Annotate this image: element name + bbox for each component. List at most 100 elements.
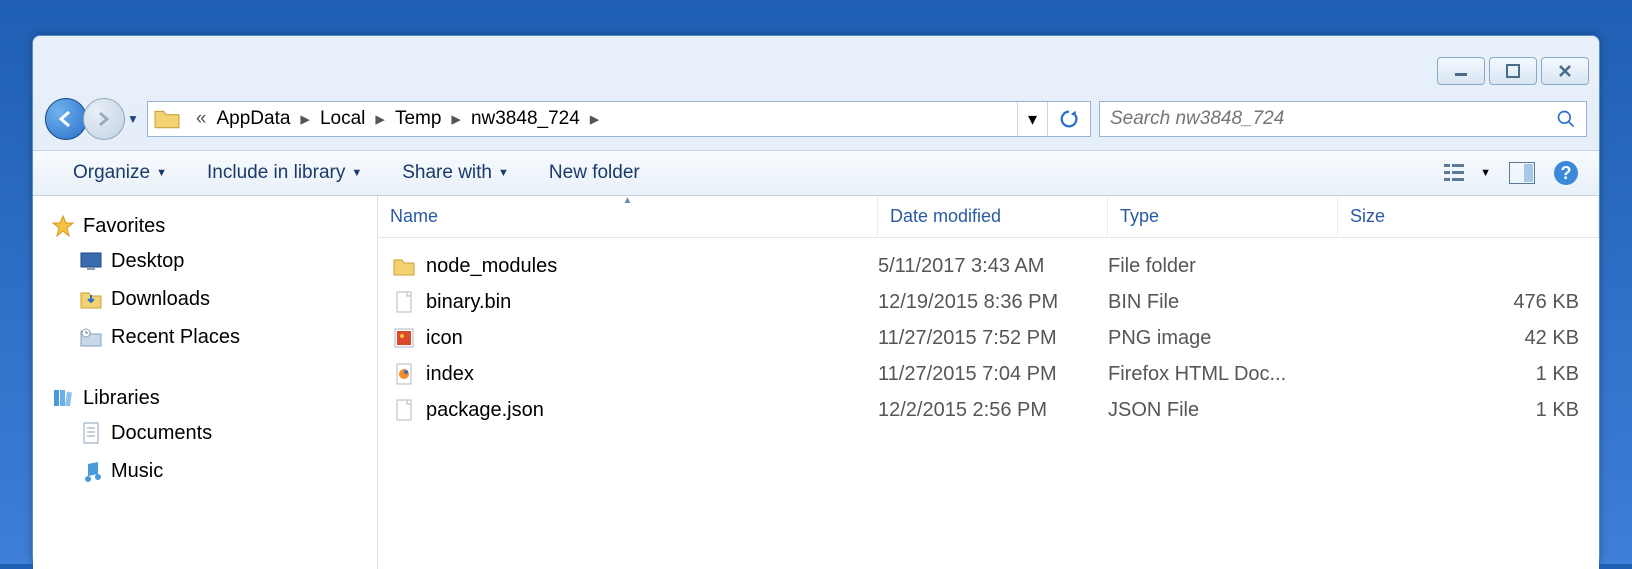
- sidebar-label: Documents: [111, 422, 212, 445]
- arrow-left-icon: [56, 109, 76, 129]
- desktop-icon: [79, 249, 103, 273]
- search-box[interactable]: [1099, 101, 1587, 137]
- column-name[interactable]: ▲ Name: [378, 196, 878, 237]
- file-list: ▲ Name Date modified Type Size node_modu…: [378, 196, 1599, 569]
- file-size: 42 KB: [1338, 327, 1599, 350]
- chevron-right-icon[interactable]: ▸: [580, 108, 610, 131]
- file-date: 12/2/2015 2:56 PM: [878, 399, 1108, 422]
- column-headers: ▲ Name Date modified Type Size: [378, 196, 1599, 238]
- sidebar-favorites[interactable]: Favorites: [51, 210, 377, 242]
- file-row[interactable]: index 11/27/2015 7:04 PMFirefox HTML Doc.…: [378, 356, 1599, 392]
- sidebar-label: Recent Places: [111, 326, 240, 349]
- folder-icon: [154, 108, 180, 130]
- file-type: File folder: [1108, 255, 1338, 278]
- svg-text:?: ?: [1561, 163, 1572, 183]
- refresh-button[interactable]: [1047, 102, 1090, 136]
- organize-button[interactable]: Organize ▼: [53, 156, 187, 190]
- share-with-button[interactable]: Share with ▼: [382, 156, 529, 190]
- file-date: 11/27/2015 7:52 PM: [878, 327, 1108, 350]
- close-button[interactable]: [1541, 57, 1589, 85]
- file-name: binary.bin: [426, 291, 511, 314]
- address-dropdown[interactable]: ▾: [1017, 102, 1047, 136]
- file-name: icon: [426, 327, 463, 350]
- sidebar-libraries[interactable]: Libraries: [51, 382, 377, 414]
- sidebar-item-downloads[interactable]: Downloads: [51, 280, 377, 318]
- sidebar-item-music[interactable]: Music: [51, 452, 377, 490]
- content-area: Favorites Desktop Downloads Recent Place…: [33, 196, 1599, 569]
- address-bar[interactable]: « AppData ▸ Local ▸ Temp ▸ nw3848_724 ▸ …: [147, 101, 1091, 137]
- maximize-icon: [1506, 64, 1520, 78]
- file-name: node_modules: [426, 255, 557, 278]
- forward-button[interactable]: [83, 98, 125, 140]
- maximize-button[interactable]: [1489, 57, 1537, 85]
- organize-label: Organize: [73, 162, 150, 184]
- minimize-button[interactable]: [1437, 57, 1485, 85]
- file-type: Firefox HTML Doc...: [1108, 363, 1338, 386]
- crumb[interactable]: Temp: [395, 108, 441, 130]
- chevron-down-icon: ▼: [498, 167, 509, 179]
- window-controls: [1437, 57, 1589, 85]
- sidebar: Favorites Desktop Downloads Recent Place…: [33, 196, 378, 569]
- back-button[interactable]: [45, 98, 87, 140]
- file-name: package.json: [426, 399, 544, 422]
- star-icon: [51, 214, 75, 238]
- sidebar-label: Favorites: [83, 215, 165, 238]
- search-input[interactable]: [1110, 108, 1556, 130]
- view-options-button[interactable]: ▼: [1444, 162, 1491, 184]
- column-date[interactable]: Date modified: [878, 196, 1108, 237]
- file-size: 476 KB: [1338, 291, 1599, 314]
- chevron-down-icon: ▼: [1480, 167, 1491, 179]
- file-row[interactable]: icon 11/27/2015 7:52 PMPNG image42 KB: [378, 320, 1599, 356]
- file-name: index: [426, 363, 474, 386]
- chevron-right-icon[interactable]: ▸: [290, 108, 320, 131]
- chevron-right-icon[interactable]: ▸: [365, 108, 395, 131]
- crumb[interactable]: Local: [320, 108, 365, 130]
- chevron-down-icon: ▼: [351, 167, 362, 179]
- sidebar-label: Downloads: [111, 288, 210, 311]
- file-date: 11/27/2015 7:04 PM: [878, 363, 1108, 386]
- crumb[interactable]: AppData: [216, 108, 290, 130]
- crumb[interactable]: nw3848_724: [471, 108, 580, 130]
- new-folder-label: New folder: [549, 162, 640, 184]
- file-row[interactable]: node_modules 5/11/2017 3:43 AMFile folder: [378, 248, 1599, 284]
- close-icon: [1558, 64, 1572, 78]
- share-label: Share with: [402, 162, 492, 184]
- pane-icon: [1509, 162, 1535, 184]
- explorer-window: ▼ « AppData ▸ Local ▸ Temp ▸ nw3848_724 …: [32, 35, 1600, 564]
- music-icon: [79, 459, 103, 483]
- file-type-icon: [392, 290, 416, 314]
- chevron-down-icon: ▼: [156, 167, 167, 179]
- file-type: JSON File: [1108, 399, 1338, 422]
- nav-history-dropdown[interactable]: ▼: [127, 112, 139, 126]
- new-folder-button[interactable]: New folder: [529, 156, 660, 190]
- file-type-icon: [392, 362, 416, 386]
- chevron-right-icon[interactable]: ▸: [441, 108, 471, 131]
- file-type-icon: [392, 326, 416, 350]
- help-button[interactable]: ?: [1553, 160, 1579, 186]
- breadcrumb: « AppData ▸ Local ▸ Temp ▸ nw3848_724 ▸: [186, 108, 1017, 131]
- include-library-button[interactable]: Include in library▼: [187, 156, 382, 190]
- libraries-icon: [51, 386, 75, 410]
- sidebar-item-documents[interactable]: Documents: [51, 414, 377, 452]
- column-label: Name: [390, 206, 438, 226]
- refresh-icon: [1058, 108, 1080, 130]
- sidebar-label: Music: [111, 460, 163, 483]
- file-row[interactable]: binary.bin12/19/2015 8:36 PMBIN File476 …: [378, 284, 1599, 320]
- column-type[interactable]: Type: [1108, 196, 1338, 237]
- file-type: BIN File: [1108, 291, 1338, 314]
- titlebar: [33, 36, 1599, 98]
- view-options-icon: [1444, 162, 1474, 184]
- nav-buttons: ▼: [45, 98, 139, 140]
- file-row[interactable]: package.json 12/2/2015 2:56 PMJSON File1 …: [378, 392, 1599, 428]
- sidebar-item-recent[interactable]: Recent Places: [51, 318, 377, 356]
- file-date: 5/11/2017 3:43 AM: [878, 255, 1108, 278]
- sidebar-item-desktop[interactable]: Desktop: [51, 242, 377, 280]
- search-icon[interactable]: [1556, 109, 1576, 129]
- documents-icon: [79, 421, 103, 445]
- file-type: PNG image: [1108, 327, 1338, 350]
- preview-pane-button[interactable]: [1509, 162, 1535, 184]
- column-size[interactable]: Size: [1338, 196, 1599, 237]
- downloads-icon: [79, 287, 103, 311]
- chevron-left-icon[interactable]: «: [186, 108, 217, 130]
- file-size: 1 KB: [1338, 399, 1599, 422]
